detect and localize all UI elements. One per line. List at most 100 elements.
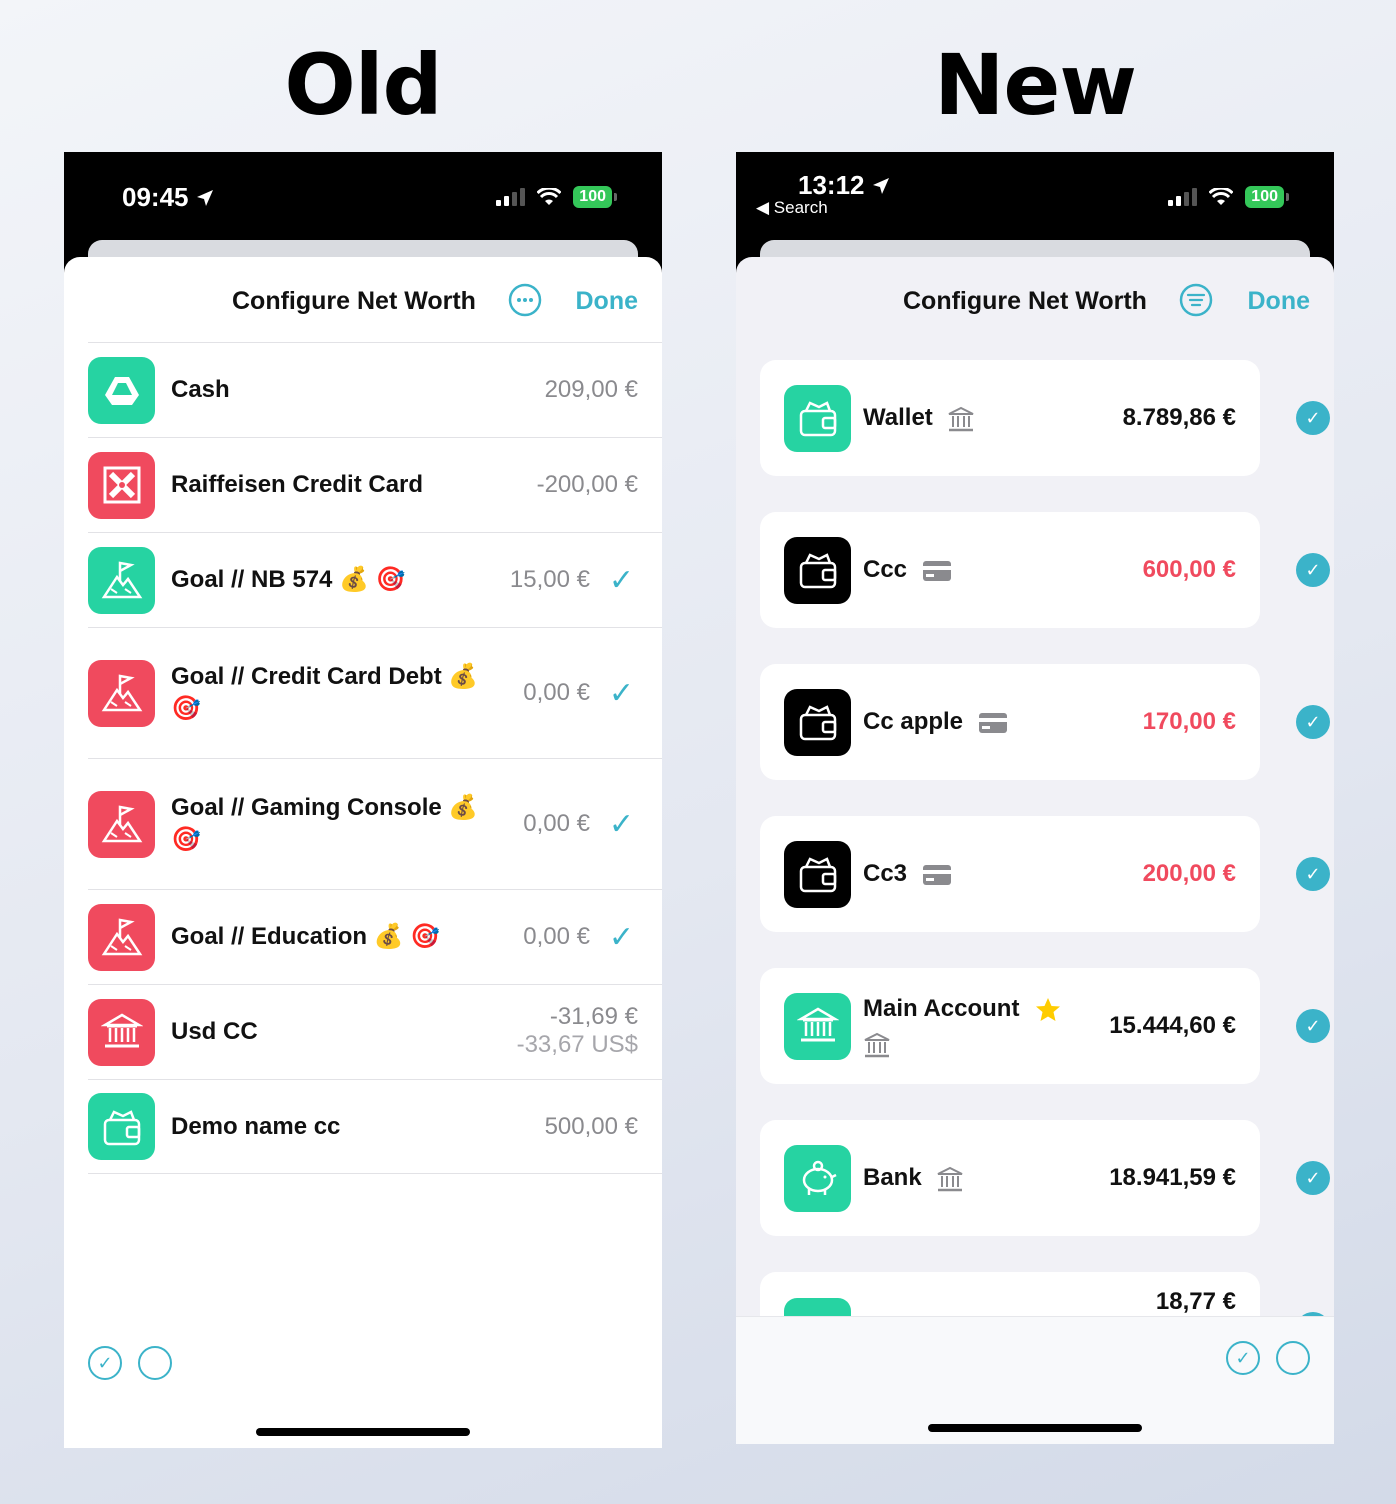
account-name: Goal // Credit Card Debt 💰 🎯 xyxy=(171,663,479,722)
select-all-icon[interactable]: ✓ xyxy=(1226,1341,1260,1375)
checkmark-icon[interactable]: ✓ xyxy=(609,920,634,955)
wallet-icon xyxy=(784,688,851,756)
account-card[interactable]: Main Account 15.444,60 € ✓ xyxy=(760,968,1330,1084)
status-indicators: 100 xyxy=(496,186,617,208)
star-icon xyxy=(1036,997,1061,1021)
account-amount: -31,69 € xyxy=(549,1003,638,1030)
checkmark-icon[interactable]: ✓ xyxy=(1296,857,1330,891)
configure-sheet: Configure Net Worth Done Wallet 8.789,86… xyxy=(736,257,1334,1444)
account-amount: 170,00 € xyxy=(1142,708,1236,735)
wallet-icon xyxy=(88,1093,155,1160)
deselect-all-icon[interactable] xyxy=(138,1346,172,1380)
location-arrow-icon xyxy=(196,189,213,206)
battery-icon: 100 xyxy=(1245,186,1289,208)
account-name: Ccc xyxy=(863,556,908,583)
account-amount: 18.941,59 € xyxy=(1109,1164,1236,1191)
new-screenshot: 13:12 ◀ Search 100 Configure Net Worth D… xyxy=(736,152,1334,1444)
status-indicators: 100 xyxy=(1168,186,1289,208)
list-item[interactable]: Raiffeisen Credit Card -200,00 € xyxy=(88,437,662,532)
account-name: Goal // NB 574 💰 🎯 xyxy=(171,566,406,593)
home-indicator xyxy=(928,1424,1142,1432)
more-options-icon[interactable] xyxy=(508,283,542,317)
account-amount: 0,00 € xyxy=(523,679,590,706)
account-amount: 18,77 € xyxy=(1155,1288,1236,1315)
account-name: Cc3 xyxy=(863,860,908,887)
wallet-icon xyxy=(784,840,851,908)
account-amount: 0,00 € xyxy=(523,923,590,950)
list-item[interactable]: Goal // Credit Card Debt 💰 🎯 0,00 € ✓ xyxy=(88,627,662,758)
account-card[interactable]: Bank 18.941,59 € ✓ xyxy=(760,1120,1330,1236)
checkmark-icon[interactable]: ✓ xyxy=(609,563,634,598)
account-amount: 0,00 € xyxy=(523,810,590,837)
checkmark-icon[interactable]: ✓ xyxy=(1296,1009,1330,1043)
heading-old: Old xyxy=(284,36,442,134)
account-name: Main Account xyxy=(863,995,1020,1022)
old-screenshot: 09:45 100 Configure Net Worth Done Cash … xyxy=(64,152,662,1448)
account-card[interactable]: Ccc 600,00 € ✓ xyxy=(760,512,1330,628)
drive-icon xyxy=(88,356,155,424)
account-amount-block: -31,69 € -33,67 US$ xyxy=(517,1003,638,1059)
list-item[interactable]: Usd CC -31,69 € -33,67 US$ xyxy=(88,984,662,1079)
account-amount: 600,00 € xyxy=(1142,556,1236,583)
account-list: Cash 209,00 € Raiffeisen Credit Card -20… xyxy=(64,342,662,1174)
filter-icon[interactable] xyxy=(1179,283,1213,317)
back-to-search-link[interactable]: ◀ Search xyxy=(756,198,828,218)
home-indicator xyxy=(256,1428,470,1436)
bank-icon xyxy=(88,998,155,1066)
bottom-toolbar: ✓ xyxy=(736,1316,1334,1444)
select-all-icon[interactable]: ✓ xyxy=(88,1346,122,1380)
bank-tag-icon xyxy=(864,1032,890,1057)
account-name-row: Ccc xyxy=(863,553,1093,587)
card-tag-icon xyxy=(978,712,1007,733)
done-button[interactable]: Done xyxy=(1248,287,1311,316)
wallet-icon xyxy=(784,384,851,452)
account-card[interactable]: Wallet 8.789,86 € ✓ xyxy=(760,360,1330,476)
list-item[interactable]: Goal // NB 574 💰 🎯 15,00 € ✓ xyxy=(88,532,662,627)
mountain-flag-icon xyxy=(88,790,155,858)
done-button[interactable]: Done xyxy=(576,287,639,316)
checkmark-icon[interactable]: ✓ xyxy=(609,676,634,711)
selection-controls: ✓ xyxy=(1226,1341,1310,1375)
account-amount-foreign: -33,67 US$ xyxy=(516,1031,638,1058)
page-title: Configure Net Worth xyxy=(232,287,476,315)
selection-controls: ✓ xyxy=(88,1346,172,1380)
location-arrow-icon xyxy=(872,177,889,194)
list-item[interactable]: Demo name cc 500,00 € xyxy=(88,1079,662,1174)
account-name: Usd CC xyxy=(171,1018,258,1045)
account-amount: 209,00 € xyxy=(544,376,638,403)
mountain-flag-icon xyxy=(88,546,155,614)
signal-icon xyxy=(496,188,526,206)
heading-new: New xyxy=(934,36,1137,134)
account-name-row: Bank xyxy=(863,1161,1093,1195)
account-name: Wallet xyxy=(863,404,933,431)
checkmark-icon[interactable]: ✓ xyxy=(1296,705,1330,739)
checkmark-icon[interactable]: ✓ xyxy=(1296,401,1330,435)
account-card[interactable]: Cc apple 170,00 € ✓ xyxy=(760,664,1330,780)
card-tag-icon xyxy=(922,864,951,885)
account-name: Bank xyxy=(863,1164,922,1191)
status-time-text: 09:45 xyxy=(122,182,189,212)
list-item[interactable]: Goal // Education 💰 🎯 0,00 € ✓ xyxy=(88,889,662,984)
checkmark-icon[interactable]: ✓ xyxy=(1296,553,1330,587)
card-tag-icon xyxy=(922,560,951,581)
wallet-icon xyxy=(784,536,851,604)
checkmark-icon[interactable]: ✓ xyxy=(1296,1161,1330,1195)
account-amount: -200,00 € xyxy=(536,471,638,498)
deselect-all-icon[interactable] xyxy=(1276,1341,1310,1375)
page-title: Configure Net Worth xyxy=(903,287,1147,315)
list-item[interactable]: Goal // Gaming Console 💰 🎯 0,00 € ✓ xyxy=(88,758,662,889)
wifi-icon xyxy=(1209,188,1234,205)
wifi-icon xyxy=(537,188,562,205)
account-name-row: Cc apple xyxy=(863,705,1093,739)
list-item[interactable]: Cash 209,00 € xyxy=(88,342,662,437)
account-name: Cash xyxy=(171,376,230,403)
account-amount: 8.789,86 € xyxy=(1122,404,1236,431)
status-time: 09:45 xyxy=(122,182,215,213)
account-amount: 15.444,60 € xyxy=(1109,1012,1236,1039)
account-amount: 500,00 € xyxy=(544,1112,638,1140)
raiffeisen-icon xyxy=(88,451,155,519)
checkmark-icon[interactable]: ✓ xyxy=(609,807,634,842)
account-name: Goal // Gaming Console 💰 🎯 xyxy=(171,794,479,853)
account-card[interactable]: Cc3 200,00 € ✓ xyxy=(760,816,1330,932)
account-amount: 200,00 € xyxy=(1142,860,1236,887)
